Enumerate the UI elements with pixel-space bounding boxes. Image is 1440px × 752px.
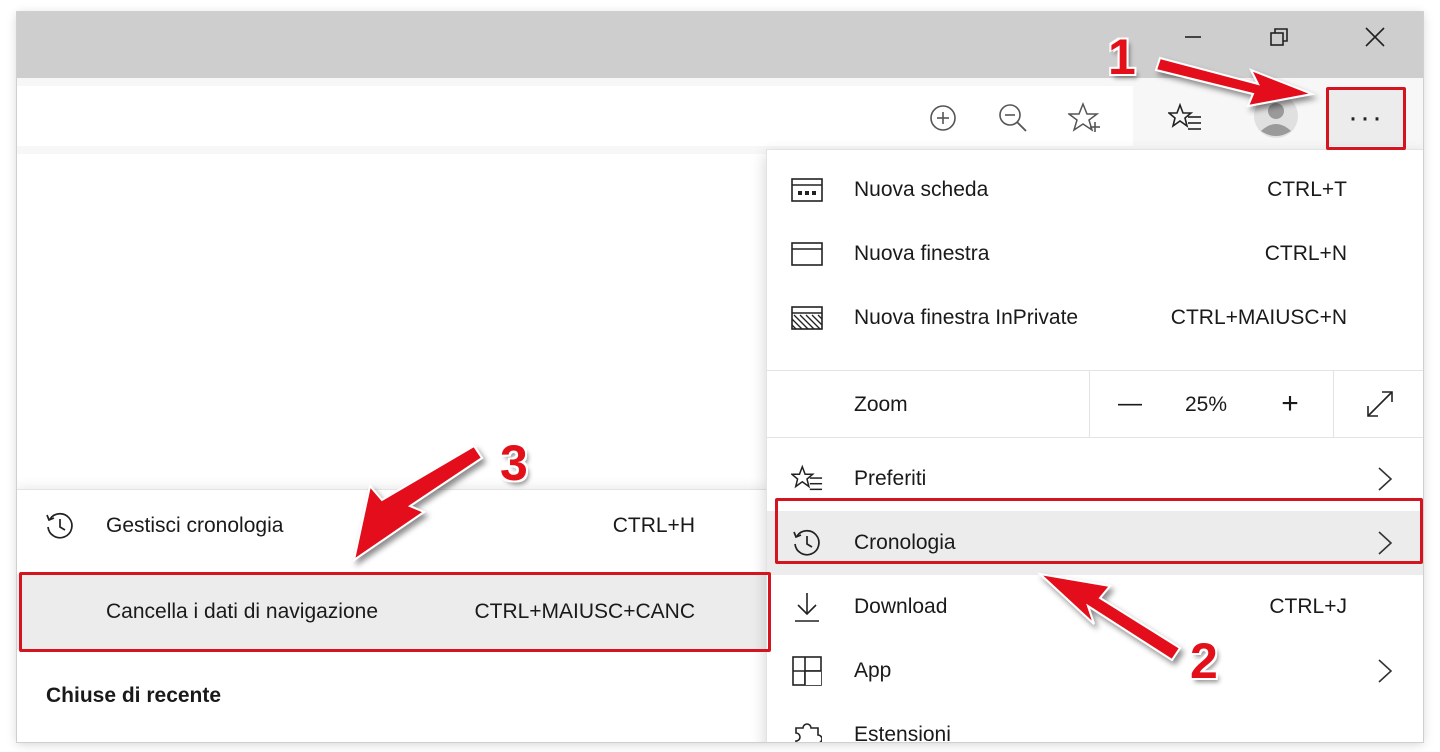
step-2-label: 2 (1190, 633, 1218, 689)
step-3-label: 3 (500, 435, 528, 491)
arrow-2 (1036, 572, 1182, 662)
step-1-label: 1 (1108, 29, 1136, 85)
arrow-3 (352, 444, 484, 563)
arrow-1 (1154, 56, 1316, 108)
annotation-arrows (352, 56, 1316, 662)
